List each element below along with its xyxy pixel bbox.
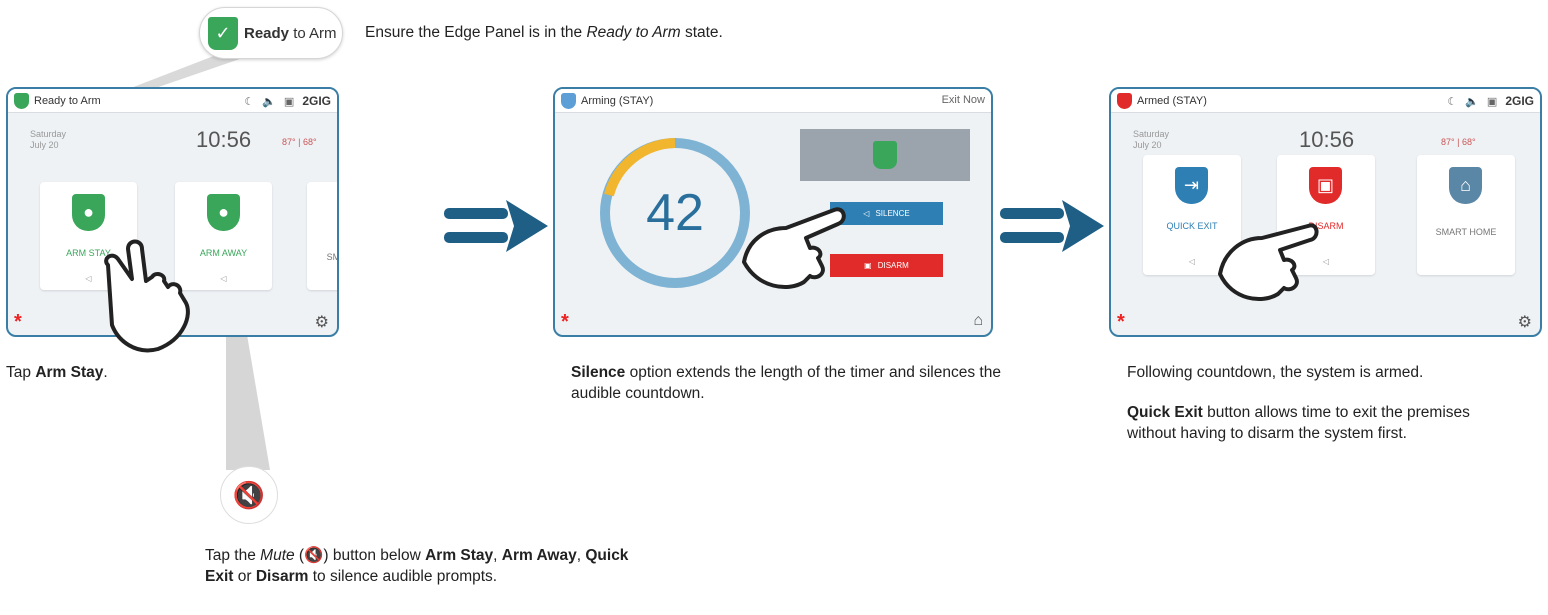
instruction-em: Ready to Arm [586,24,681,41]
smart-home-tile[interactable]: ⌂ SMART HOME [307,182,339,290]
smart-home-icon: ⌂ [1449,167,1482,204]
flow-arrow-2 [1000,200,1104,252]
brand-logo: 2GIG [302,94,331,108]
quick-exit-icon: ⇥ [1175,167,1208,204]
disarm-shield-icon: ▣ [1309,167,1342,204]
panel3-footer: * ⚙ [1111,309,1540,335]
date-md: July 20 [1133,140,1162,150]
caption-quick-exit: Quick Exit button allows time to exit th… [1127,402,1497,444]
m-mid: button below [328,547,426,564]
panel3-status: Armed (STAY) [1137,94,1207,107]
panel3-status-bar: Armed (STAY) ☾ 🔈 ▣ 2GIG [1111,89,1540,113]
mute-inline-icon: 🔇 [304,547,324,564]
instruction-text: Ensure the Edge Panel is in the Ready to… [365,22,723,43]
panel3-status-icons: ☾ 🔈 ▣ 2GIG [1447,94,1534,108]
caption-mute: Tap the Mute (🔇) button below Arm Stay, … [205,547,629,585]
armed-shield-preview [800,129,970,181]
unlock-icon: ▣ [864,261,872,270]
date-md: July 20 [30,140,59,150]
panel3-date: Saturday July 20 [1133,129,1169,151]
mute-callout-icon: 🔇 [220,466,278,524]
lock-icon [561,92,576,109]
status-shield-icon [14,92,29,109]
brand-logo: 2GIG [1505,94,1534,108]
emergency-icon[interactable]: * [561,311,569,334]
instruction-post: state. [680,24,723,41]
countdown-number: 42 [646,184,704,242]
emergency-icon[interactable]: * [14,311,22,334]
night-mode-icon[interactable]: ☾ [1447,95,1457,108]
smart-home-label: SMART HOME [326,252,339,262]
m-end: to silence audible prompts. [308,568,498,585]
m-b1: Arm Stay [425,547,494,564]
date-day: Saturday [30,129,67,139]
smart-home-label: SMART HOME [1435,227,1497,237]
m-c1: , [493,547,502,564]
panel1-date: Saturday July 20 [30,129,66,151]
panel1-status: Ready to Arm [34,94,101,107]
cap-silence-rest: option extends the length of the timer a… [571,364,1001,402]
panel1-time: 10:56 [196,127,252,152]
volume-icon[interactable]: 🔈 [262,95,276,108]
home-icon[interactable]: ⌂ [973,312,983,330]
m-b4: Disarm [255,568,309,585]
hand-pointer-icon [1218,223,1319,302]
cap-post: . [103,364,108,381]
smart-home-tile[interactable]: ⌂ SMART HOME [1417,155,1515,275]
disarm-label: DISARM [877,261,909,270]
armed-shield-icon [1117,92,1132,109]
arm-stay-icon: ● [72,194,105,231]
badge-ready-bold: Ready [244,24,290,42]
cap-armed-line: Following countdown, the system is armed… [1127,364,1424,381]
panel2-exit-now[interactable]: Exit Now [942,94,985,106]
cap-silence-bold: Silence [571,364,626,381]
panel2-status-bar: Arming (STAY) Exit Now [555,89,991,113]
silence-label: SILENCE [875,209,910,218]
night-mode-icon[interactable]: ☾ [244,95,254,108]
emergency-icon[interactable]: * [1117,311,1125,334]
panel1-temp: 87° | 68° [282,137,317,147]
panel3-temp: 87° | 68° [1441,137,1476,147]
panel1-status-icons: ☾ 🔈 ▣ 2GIG [244,94,331,108]
gear-icon[interactable]: ⚙ [315,312,329,332]
caption-armed: Following countdown, the system is armed… [1127,362,1537,383]
camera-icon[interactable]: ▣ [284,95,294,108]
mute-icon: ◁ [863,209,870,218]
flow-arrow-1 [444,200,548,252]
hand-pointer-icon [104,239,190,353]
cap-bold: Arm Stay [35,364,104,381]
m-pre: Tap the [205,547,261,564]
arm-away-icon: ● [207,194,240,231]
m-em: Mute [260,547,295,564]
panel3-time: 10:56 [1299,127,1355,152]
volume-icon[interactable]: 🔈 [1465,95,1479,108]
hand-pointer-icon [742,207,846,290]
caption-silence: Silence option extends the length of the… [571,362,1011,404]
cap-quick-bold: Quick Exit [1127,404,1203,421]
badge-ready-light: to Arm [293,24,337,42]
exit-now-button[interactable]: Exit Now [942,94,985,106]
green-shield-icon [873,141,897,169]
camera-icon[interactable]: ▣ [1487,95,1497,108]
instruction-pre: Ensure the Edge Panel is in the [365,24,587,41]
date-day: Saturday [1133,129,1170,139]
cap-pre: Tap [6,364,36,381]
caption-tap-arm-stay: Tap Arm Stay. [6,362,108,383]
panel2-footer: * ⌂ [555,309,991,335]
panel2-status: Arming (STAY) [581,94,654,107]
ready-to-arm-badge: ✓ Ready to Arm [199,7,343,59]
panel-armed: Armed (STAY) ☾ 🔈 ▣ 2GIG Saturday July 20 … [1109,87,1542,337]
shield-check-icon: ✓ [208,16,238,50]
m-or: or [233,568,256,585]
gear-icon[interactable]: ⚙ [1518,312,1532,332]
panel1-status-bar: Ready to Arm ☾ 🔈 ▣ 2GIG [8,89,337,113]
m-b2: Arm Away [501,547,577,564]
